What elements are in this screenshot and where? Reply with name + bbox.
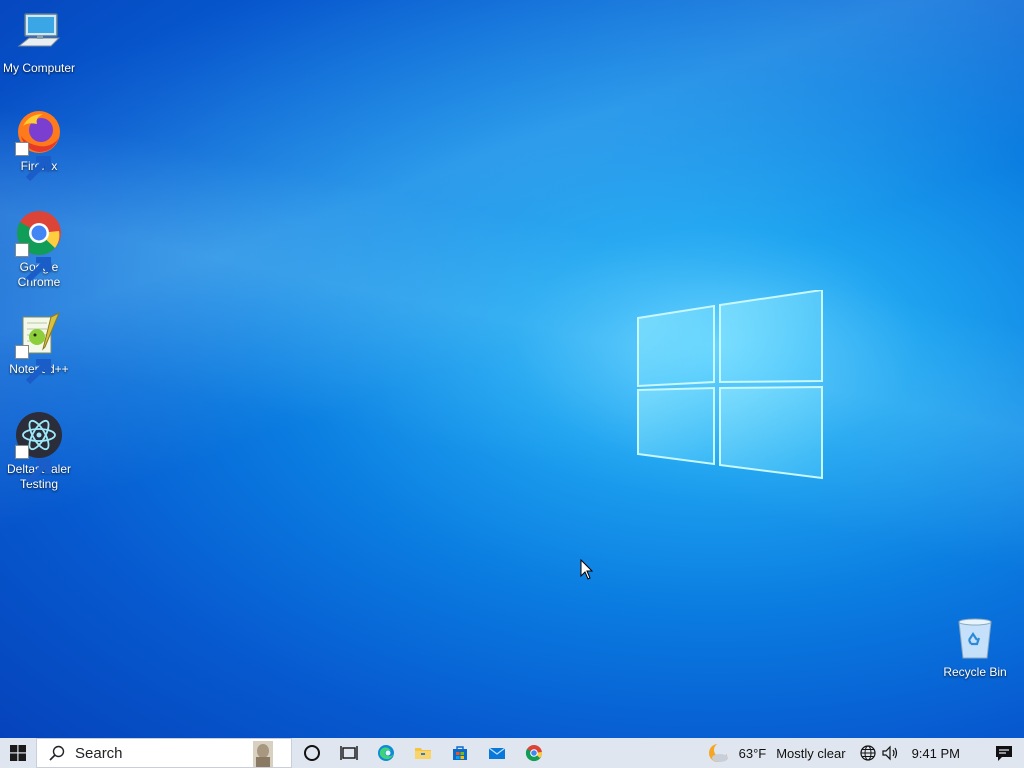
action-center-button[interactable] (984, 738, 1024, 768)
desktop-icon-deltastealer-testing[interactable]: Deltastealer Testing (0, 411, 78, 492)
shortcut-arrow-icon (15, 345, 51, 385)
taskbar: Search 63°F Mostly clear 9:41 PM (0, 738, 1024, 768)
store-icon (452, 746, 467, 760)
task-view-button[interactable] (330, 738, 367, 768)
computer-icon (15, 10, 63, 58)
shortcut-arrow-icon (15, 142, 51, 182)
windows-logo-wallpaper (637, 290, 823, 480)
store-taskbar-button[interactable] (441, 738, 478, 768)
search-box[interactable]: Search (36, 738, 292, 768)
desktop-icon-notepadpp[interactable]: Notepad++ (0, 311, 78, 385)
chrome-taskbar-button[interactable] (515, 738, 552, 768)
shortcut-arrow-icon (15, 445, 51, 485)
file-explorer-icon (414, 748, 431, 759)
speaker-volume-icon (881, 745, 897, 761)
mail-taskbar-button[interactable] (478, 738, 515, 768)
cortana-button[interactable] (293, 738, 330, 768)
weather-temperature: 63°F (738, 745, 767, 761)
notification-icon (996, 746, 1012, 761)
search-highlight-art-icon (253, 741, 273, 767)
cortana-icon (303, 745, 320, 761)
mail-icon (488, 747, 505, 759)
file-explorer-taskbar-button[interactable] (404, 738, 441, 768)
wallpaper-light-beam (0, 0, 1024, 738)
edge-taskbar-button[interactable] (367, 738, 404, 768)
recycle-bin-icon (951, 614, 999, 662)
edge-icon (377, 745, 394, 761)
desktop-icon-recycle-bin[interactable]: Recycle Bin (936, 614, 1014, 680)
search-placeholder: Search (75, 744, 123, 762)
notepadpp-icon (15, 311, 63, 385)
network-button[interactable] (859, 738, 876, 768)
clock-time: 9:41 PM (911, 745, 960, 761)
start-button[interactable] (0, 738, 36, 768)
desktop-icon-label: My Computer (2, 61, 76, 75)
search-icon (49, 745, 65, 761)
task-view-icon (339, 746, 358, 760)
desktop-icon-my-computer[interactable]: My Computer (0, 10, 78, 76)
clock[interactable]: 9:41 PM (912, 738, 960, 768)
firefox-icon (15, 108, 63, 182)
electron-icon (15, 411, 63, 485)
wallpaper-light-beam (0, 0, 1024, 738)
globe-network-icon (859, 745, 876, 761)
shortcut-arrow-icon (15, 243, 51, 283)
weather-moon-icon (708, 743, 728, 762)
chrome-icon (15, 209, 63, 283)
weather-widget[interactable]: 63°F Mostly clear (707, 738, 846, 768)
volume-button[interactable] (881, 738, 900, 768)
desktop-icon-google-chrome[interactable]: Google Chrome (0, 209, 78, 290)
mouse-cursor-icon (580, 559, 594, 580)
chrome-icon (525, 745, 542, 762)
weather-condition: Mostly clear (776, 745, 846, 761)
desktop-icon-firefox[interactable]: Firefox (0, 108, 78, 182)
windows-start-icon (10, 745, 26, 761)
system-tray: 63°F Mostly clear 9:41 PM (707, 738, 1024, 768)
desktop-icon-label: Recycle Bin (943, 665, 1007, 679)
